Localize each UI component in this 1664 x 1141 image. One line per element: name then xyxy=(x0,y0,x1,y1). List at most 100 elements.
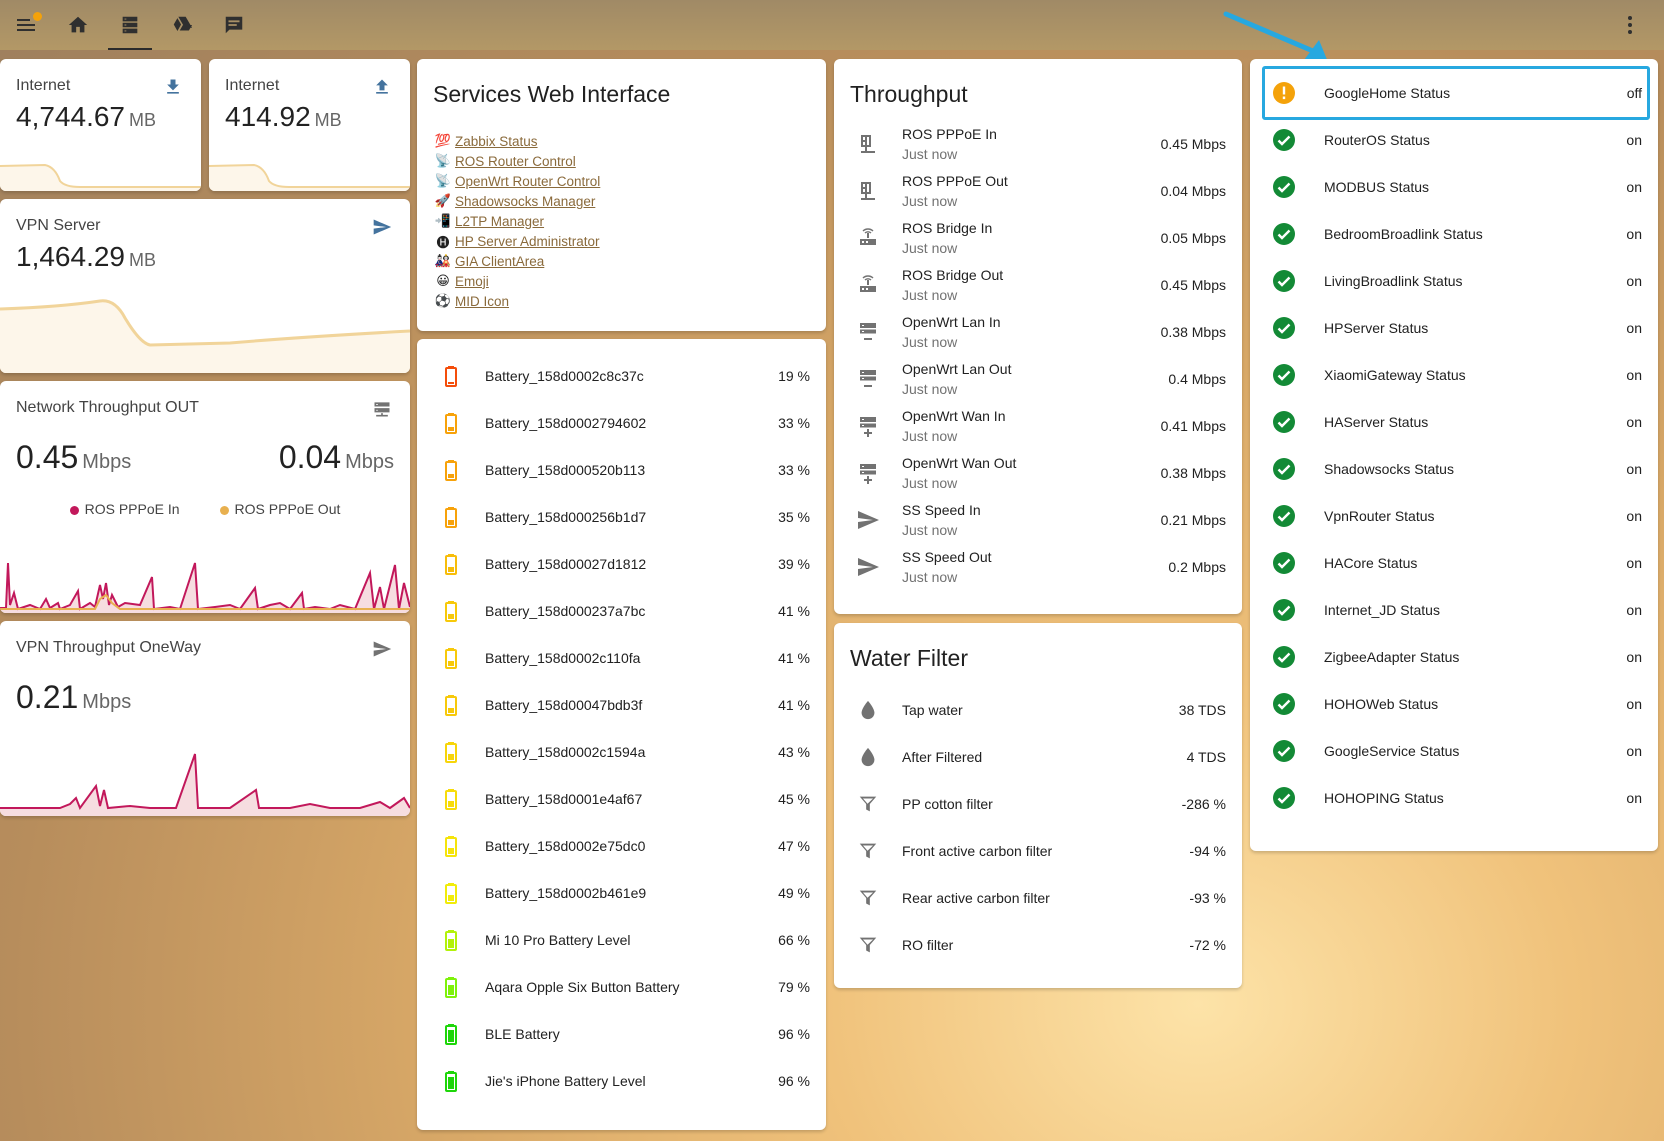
water-filter-row[interactable]: Rear active carbon filter -93 % xyxy=(834,875,1242,920)
battery-card: Battery_158d0002c8c37c 19 % Battery_158d00… xyxy=(417,339,826,1130)
service-link-gia[interactable]: 🎎 GIA ClientArea xyxy=(433,251,600,271)
status-row[interactable]: GoogleHome Status off xyxy=(1250,70,1658,115)
battery-row[interactable]: Battery_158d0001e4af67 45 % xyxy=(417,776,826,821)
message-icon xyxy=(225,16,243,34)
battery-row[interactable]: Jie's iPhone Battery Level 96 % xyxy=(417,1058,826,1103)
battery-row[interactable]: Battery_158d0002c8c37c 19 % xyxy=(417,353,826,398)
water-filter-row[interactable]: PP cotton filter -286 % xyxy=(834,781,1242,826)
legend-item[interactable]: ROS PPPoE Out xyxy=(219,501,340,517)
battery-row[interactable]: Aqara Opple Six Button Battery 79 % xyxy=(417,964,826,1009)
service-link-ros[interactable]: 📡 ROS Router Control xyxy=(433,151,600,171)
entity-value: on xyxy=(1626,742,1642,759)
overflow-menu-button[interactable] xyxy=(1618,13,1642,37)
legend-label: ROS PPPoE In xyxy=(84,501,180,517)
status-row[interactable]: Shadowsocks Status on xyxy=(1250,446,1658,491)
status-row[interactable]: HACore Status on xyxy=(1250,540,1658,585)
value-text: 414.92 xyxy=(225,101,311,132)
link[interactable]: Emoji xyxy=(455,274,489,289)
battery-row[interactable]: Battery_158d0002b461e9 49 % xyxy=(417,870,826,915)
sensor-value: 1,464.29 MB xyxy=(16,241,156,273)
vpn-throughput-card[interactable]: VPN Throughput OneWay 0.21 Mbps xyxy=(0,621,410,816)
status-row[interactable]: HOHOPING Status on xyxy=(1250,775,1658,820)
status-row[interactable]: BedroomBroadlink Status on xyxy=(1250,211,1658,256)
service-link-emoji[interactable]: 😀 Emoji xyxy=(433,271,600,291)
tab-home[interactable] xyxy=(52,0,104,50)
service-link-hp-server[interactable]: 🅗 HP Server Administrator xyxy=(433,231,600,251)
emoji-icon: 😀 xyxy=(436,273,450,288)
throughput-row[interactable]: ROS PPPoE In Just now 0.45 Mbps xyxy=(834,121,1242,166)
battery-row[interactable]: Battery_158d00027d1812 39 % xyxy=(417,541,826,586)
throughput-row[interactable]: ROS PPPoE Out Just now 0.04 Mbps xyxy=(834,168,1242,213)
entity-value: 19 % xyxy=(778,367,810,384)
battery-icon xyxy=(431,411,471,435)
water-filter-row[interactable]: RO filter -72 % xyxy=(834,922,1242,967)
internet-download-card[interactable]: Internet 4,744.67 MB xyxy=(0,59,201,191)
battery-row[interactable]: Battery_158d0002c110fa 41 % xyxy=(417,635,826,680)
link[interactable]: GIA ClientArea xyxy=(455,254,544,269)
status-row[interactable]: HAServer Status on xyxy=(1250,399,1658,444)
tab-server[interactable] xyxy=(104,0,156,50)
throughput-row[interactable]: OpenWrt Wan In Just now 0.41 Mbps xyxy=(834,403,1242,448)
status-row[interactable]: Internet_JD Status on xyxy=(1250,587,1658,632)
legend-item[interactable]: ROS PPPoE In xyxy=(69,501,180,517)
service-link-openwrt[interactable]: 📡 OpenWrt Router Control xyxy=(433,171,600,191)
status-row[interactable]: HPServer Status on xyxy=(1250,305,1658,350)
battery-row[interactable]: Battery_158d00047bdb3f 41 % xyxy=(417,682,826,727)
tab-drive[interactable] xyxy=(156,0,208,50)
link[interactable]: HP Server Administrator xyxy=(455,234,600,249)
entity-value: 35 % xyxy=(778,508,810,525)
status-row[interactable]: VpnRouter Status on xyxy=(1250,493,1658,538)
water-filter-row[interactable]: Front active carbon filter -94 % xyxy=(834,828,1242,873)
throughput-row[interactable]: SS Speed In Just now 0.21 Mbps xyxy=(834,497,1242,542)
water-filter-row[interactable]: Tap water 38 TDS xyxy=(834,687,1242,732)
link[interactable]: Zabbix Status xyxy=(455,134,538,149)
throughput-row[interactable]: ROS Bridge In Just now 0.05 Mbps xyxy=(834,215,1242,260)
battery-row[interactable]: Battery_158d0002c1594a 43 % xyxy=(417,729,826,774)
tab-messages[interactable] xyxy=(208,0,260,50)
battery-row[interactable]: Battery_158d0002794602 33 % xyxy=(417,400,826,445)
link[interactable]: Shadowsocks Manager xyxy=(455,194,595,209)
service-link-zabbix[interactable]: 💯 Zabbix Status xyxy=(433,131,600,151)
router-icon xyxy=(848,179,888,203)
battery-row[interactable]: Battery_158d000237a7bc 41 % xyxy=(417,588,826,633)
link[interactable]: ROS Router Control xyxy=(455,154,576,169)
battery-row[interactable]: Mi 10 Pro Battery Level 66 % xyxy=(417,917,826,962)
sensor-name: VPN Throughput OneWay xyxy=(16,639,201,656)
throughput-row[interactable]: SS Speed Out Just now 0.2 Mbps xyxy=(834,544,1242,589)
battery-row[interactable]: Battery_158d000256b1d7 35 % xyxy=(417,494,826,539)
battery-row[interactable]: BLE Battery 96 % xyxy=(417,1011,826,1056)
link[interactable]: OpenWrt Router Control xyxy=(455,174,600,189)
status-row[interactable]: HOHOWeb Status on xyxy=(1250,681,1658,726)
entity-name: Battery_158d0001e4af67 xyxy=(485,790,643,807)
battery-row[interactable]: Battery_158d0002e75dc0 47 % xyxy=(417,823,826,868)
internet-upload-card[interactable]: Internet 414.92 MB xyxy=(209,59,410,191)
status-row[interactable]: MODBUS Status on xyxy=(1250,164,1658,209)
link[interactable]: MID Icon xyxy=(455,294,509,309)
unit-text: Mbps xyxy=(345,451,394,473)
throughput-row[interactable]: ROS Bridge Out Just now 0.45 Mbps xyxy=(834,262,1242,307)
entity-name: HAServer Status xyxy=(1324,413,1429,430)
battery-row[interactable]: Battery_158d000520b113 33 % xyxy=(417,447,826,492)
status-row[interactable]: RouterOS Status on xyxy=(1250,117,1658,162)
battery-icon xyxy=(431,834,471,858)
value-text: 4,744.67 xyxy=(16,101,125,132)
status-row[interactable]: GoogleService Status on xyxy=(1250,728,1658,773)
chart-legend: ROS PPPoE In ROS PPPoE Out xyxy=(0,501,410,517)
service-link-shadowsocks[interactable]: 🚀 Shadowsocks Manager xyxy=(433,191,600,211)
service-link-l2tp[interactable]: 📲 L2TP Manager xyxy=(433,211,600,231)
status-row[interactable]: LivingBroadlink Status on xyxy=(1250,258,1658,303)
water-filter-row[interactable]: After Filtered 4 TDS xyxy=(834,734,1242,779)
link[interactable]: L2TP Manager xyxy=(455,214,544,229)
server-plus-icon xyxy=(848,414,888,438)
throughput-row[interactable]: OpenWrt Wan Out Just now 0.38 Mbps xyxy=(834,450,1242,495)
entity-info: OpenWrt Lan In Just now xyxy=(902,314,1161,350)
service-link-mid-icon[interactable]: ⚽ MID Icon xyxy=(433,291,600,311)
sidebar-menu-button[interactable] xyxy=(0,0,52,50)
vpn-server-card[interactable]: VPN Server 1,464.29 MB xyxy=(0,199,410,373)
network-throughput-out-card[interactable]: Network Throughput OUT 0.45 Mbps 0.04 Mbps… xyxy=(0,381,410,613)
battery-icon xyxy=(431,740,471,764)
status-row[interactable]: ZigbeeAdapter Status on xyxy=(1250,634,1658,679)
status-row[interactable]: XiaomiGateway Status on xyxy=(1250,352,1658,397)
throughput-row[interactable]: OpenWrt Lan In Just now 0.38 Mbps xyxy=(834,309,1242,354)
throughput-row[interactable]: OpenWrt Lan Out Just now 0.4 Mbps xyxy=(834,356,1242,401)
